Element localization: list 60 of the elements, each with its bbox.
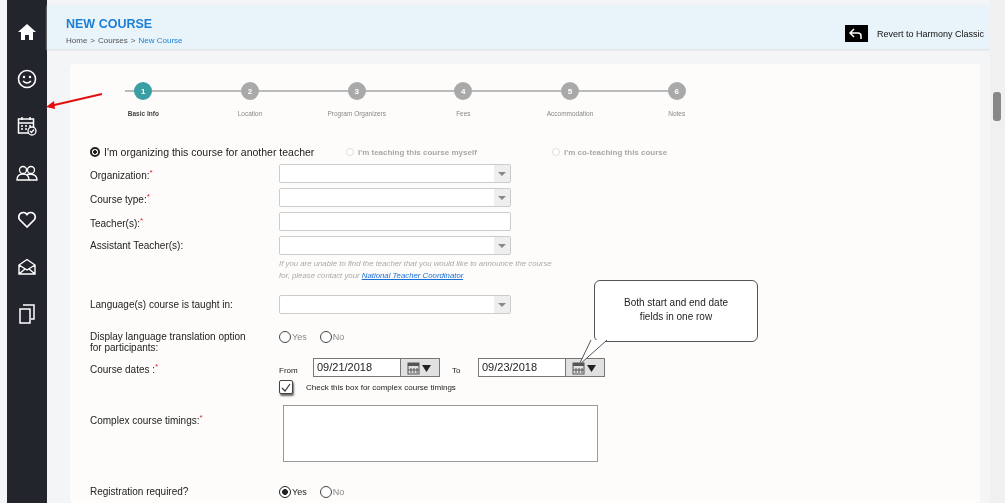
step-number[interactable]: 2 — [241, 82, 259, 100]
dropdown-field[interactable] — [279, 295, 511, 314]
breadcrumb-separator: > — [130, 36, 136, 45]
field-label: Display language translation option for participants: — [90, 330, 247, 353]
radio-button[interactable] — [279, 486, 291, 498]
documents-icon — [18, 304, 36, 324]
breadcrumb-link[interactable]: Courses — [98, 36, 128, 45]
calendar-dropdown-icon[interactable] — [400, 359, 439, 376]
dropdown-field[interactable] — [279, 188, 511, 207]
revert-button[interactable] — [844, 25, 868, 42]
people-icon — [16, 164, 38, 182]
dropdown-field[interactable] — [279, 236, 511, 255]
field-label: Assistant Teacher(s): — [90, 239, 185, 251]
breadcrumb-link[interactable]: Home — [66, 36, 88, 45]
field-label: Language(s) course is taught in: — [90, 298, 234, 310]
calendar-dropdown-icon[interactable] — [565, 359, 604, 376]
envelope-icon — [17, 258, 37, 276]
breadcrumb-link[interactable]: New Course — [138, 36, 183, 45]
dropdown-field[interactable] — [279, 164, 511, 183]
radio-button[interactable] — [90, 147, 100, 157]
text-field[interactable] — [279, 212, 511, 231]
field-label: Registration required? — [90, 485, 190, 497]
radio-button[interactable] — [319, 486, 332, 498]
revert-label[interactable]: Revert to Harmony Classic — [876, 28, 984, 39]
from-label: From — [279, 365, 299, 375]
step-number[interactable]: 4 — [454, 82, 473, 100]
radio-label[interactable]: No — [332, 332, 345, 342]
text-area[interactable] — [283, 405, 598, 462]
radio-label[interactable]: I'm organizing this course for another teacher — [104, 146, 315, 158]
field-label: Complex course timings:$^{*}$ — [90, 412, 204, 427]
home-icon — [17, 23, 37, 41]
calendar-check-icon — [17, 116, 37, 136]
smiley-icon — [17, 69, 37, 89]
date-value: 09/23/2018 — [481, 360, 539, 375]
field-label: Course dates :$^{*}$ — [90, 361, 160, 376]
radio-button[interactable] — [279, 331, 291, 343]
scrollbar-thumb[interactable] — [993, 92, 1001, 121]
page-title: NEW COURSE — [66, 17, 154, 31]
step-number[interactable]: 5 — [561, 82, 579, 100]
back-arrow-icon — [849, 27, 864, 40]
step-number[interactable]: 3 — [347, 82, 366, 100]
checkbox-label[interactable]: Check this box for complex course timings — [306, 382, 456, 392]
field-label: Course type:$^{*}$ — [90, 191, 151, 206]
radio-label[interactable]: Yes — [292, 487, 307, 497]
breadcrumb-separator: > — [90, 36, 95, 45]
field-label: Teacher(s):$^{*}$ — [90, 215, 145, 230]
step-number[interactable]: 1 — [134, 82, 153, 100]
checkbox[interactable] — [279, 380, 293, 394]
callout-text: Both start and end date fields in one row — [623, 296, 729, 324]
field-label: Organization:$^{*}$ — [90, 167, 154, 182]
scrollbar[interactable] — [990, 0, 1005, 503]
annotation-arrow — [44, 92, 104, 112]
heart-icon — [17, 211, 37, 229]
radio-label[interactable]: No — [332, 487, 345, 497]
radio-label[interactable]: Yes — [292, 332, 307, 342]
to-label: To — [451, 365, 462, 375]
date-value: 09/21/2018 — [316, 360, 374, 375]
date-field[interactable]: 09/21/2018 — [313, 358, 440, 377]
step-number[interactable]: 6 — [667, 82, 686, 100]
radio-button[interactable] — [319, 331, 332, 343]
